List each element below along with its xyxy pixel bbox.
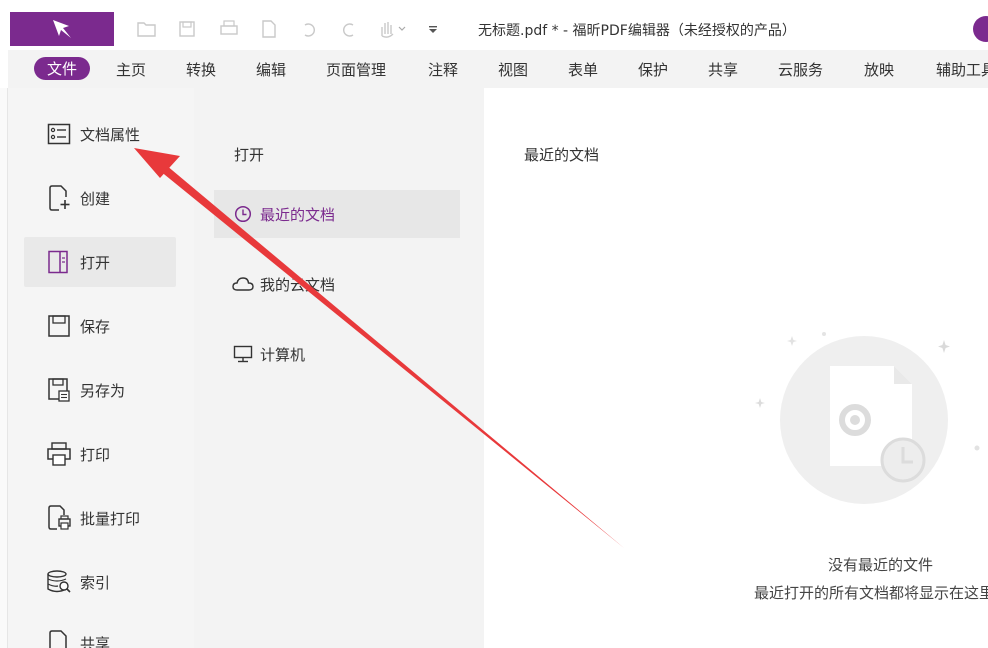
- menu-comment[interactable]: 注释: [428, 59, 458, 80]
- menu-page-management[interactable]: 页面管理: [326, 59, 386, 80]
- nav-label: 保存: [80, 317, 111, 336]
- index-database-icon: [46, 569, 72, 595]
- menu-bar: 文件 主页 转换 编辑 页面管理 注释 视图 表单 保护 共享 云服务 放映 辅…: [8, 50, 988, 88]
- recent-documents-panel: 最近的文档 没有最近的文件 最近打开的所有文档都将显示在这里: [484, 88, 988, 648]
- customize-quick-access-icon[interactable]: [422, 18, 444, 40]
- hand-tool-icon[interactable]: [376, 18, 410, 40]
- nav-label: 共享: [80, 634, 111, 648]
- menu-convert[interactable]: 转换: [186, 59, 216, 80]
- menu-protect[interactable]: 保护: [638, 59, 668, 80]
- source-computer[interactable]: 计算机: [214, 330, 460, 378]
- computer-monitor-icon: [232, 343, 254, 365]
- undo-icon[interactable]: [298, 18, 320, 40]
- title-bar: 无标题.pdf * - 福昕PDF编辑器（未经授权的产品）: [0, 12, 988, 46]
- account-avatar[interactable]: [973, 16, 988, 42]
- batch-print-icon: [46, 505, 72, 531]
- nav-label: 打开: [80, 253, 111, 272]
- nav-label: 创建: [80, 189, 111, 208]
- menu-file[interactable]: 文件: [34, 57, 91, 80]
- nav-batch-print[interactable]: 批量打印: [24, 493, 176, 543]
- app-logo[interactable]: [10, 12, 114, 46]
- menu-home[interactable]: 主页: [116, 59, 146, 80]
- source-label: 我的云文档: [260, 275, 336, 294]
- nav-save-as[interactable]: 另存为: [24, 365, 176, 415]
- window-title: 无标题.pdf * - 福昕PDF编辑器（未经授权的产品）: [478, 23, 796, 39]
- open-folder-icon[interactable]: [136, 18, 158, 40]
- recent-documents-title: 最近的文档: [524, 146, 600, 164]
- nav-label: 另存为: [80, 381, 126, 400]
- share-document-icon: [46, 630, 72, 648]
- foxit-logo-icon: [53, 20, 71, 38]
- menu-form[interactable]: 表单: [568, 59, 598, 80]
- save-icon: [46, 313, 72, 339]
- nav-share[interactable]: 共享: [24, 618, 176, 648]
- open-book-icon: [46, 249, 72, 275]
- print-icon: [46, 441, 72, 467]
- clock-icon: [232, 203, 254, 225]
- menu-share[interactable]: 共享: [708, 59, 738, 80]
- source-label: 计算机: [260, 345, 306, 364]
- nav-create[interactable]: 创建: [24, 173, 176, 223]
- cloud-icon: [232, 273, 254, 295]
- nav-index[interactable]: 索引: [24, 557, 176, 607]
- nav-label: 批量打印: [80, 509, 141, 528]
- menu-accessibility[interactable]: 辅助工具: [936, 59, 988, 80]
- source-label: 最近的文档: [260, 205, 336, 224]
- empty-folder-illustration-icon: [755, 332, 980, 504]
- nav-label: 索引: [80, 573, 111, 592]
- save-as-icon: [46, 377, 72, 403]
- save-icon[interactable]: [176, 18, 198, 40]
- document-properties-icon: [46, 121, 72, 147]
- open-panel-title: 打开: [234, 146, 265, 164]
- open-sources-panel: 打开 最近的文档 我的云文档 计算机: [194, 88, 484, 648]
- nav-print[interactable]: 打印: [24, 429, 176, 479]
- new-page-icon[interactable]: [258, 18, 280, 40]
- source-my-cloud-documents[interactable]: 我的云文档: [214, 260, 460, 308]
- menu-view[interactable]: 视图: [498, 59, 528, 80]
- nav-save[interactable]: 保存: [24, 301, 176, 351]
- file-backstage-nav: 文档属性 创建 打开 保存 另存为 打印 批量打印 索引 共享: [8, 88, 194, 648]
- nav-document-properties[interactable]: 文档属性: [24, 109, 176, 159]
- menu-cloud-services[interactable]: 云服务: [778, 59, 823, 80]
- menu-slideshow[interactable]: 放映: [864, 59, 894, 80]
- source-recent-documents[interactable]: 最近的文档: [214, 190, 460, 238]
- create-document-icon: [46, 185, 72, 211]
- menu-edit[interactable]: 编辑: [256, 59, 286, 80]
- empty-state-title: 没有最近的文件: [828, 556, 934, 574]
- redo-icon[interactable]: [338, 18, 360, 40]
- print-icon[interactable]: [218, 18, 240, 40]
- nav-label: 文档属性: [80, 125, 141, 144]
- empty-state-hint: 最近打开的所有文档都将显示在这里: [754, 584, 988, 602]
- nav-open[interactable]: 打开: [24, 237, 176, 287]
- left-edge-strip: [0, 88, 8, 648]
- nav-label: 打印: [80, 445, 111, 464]
